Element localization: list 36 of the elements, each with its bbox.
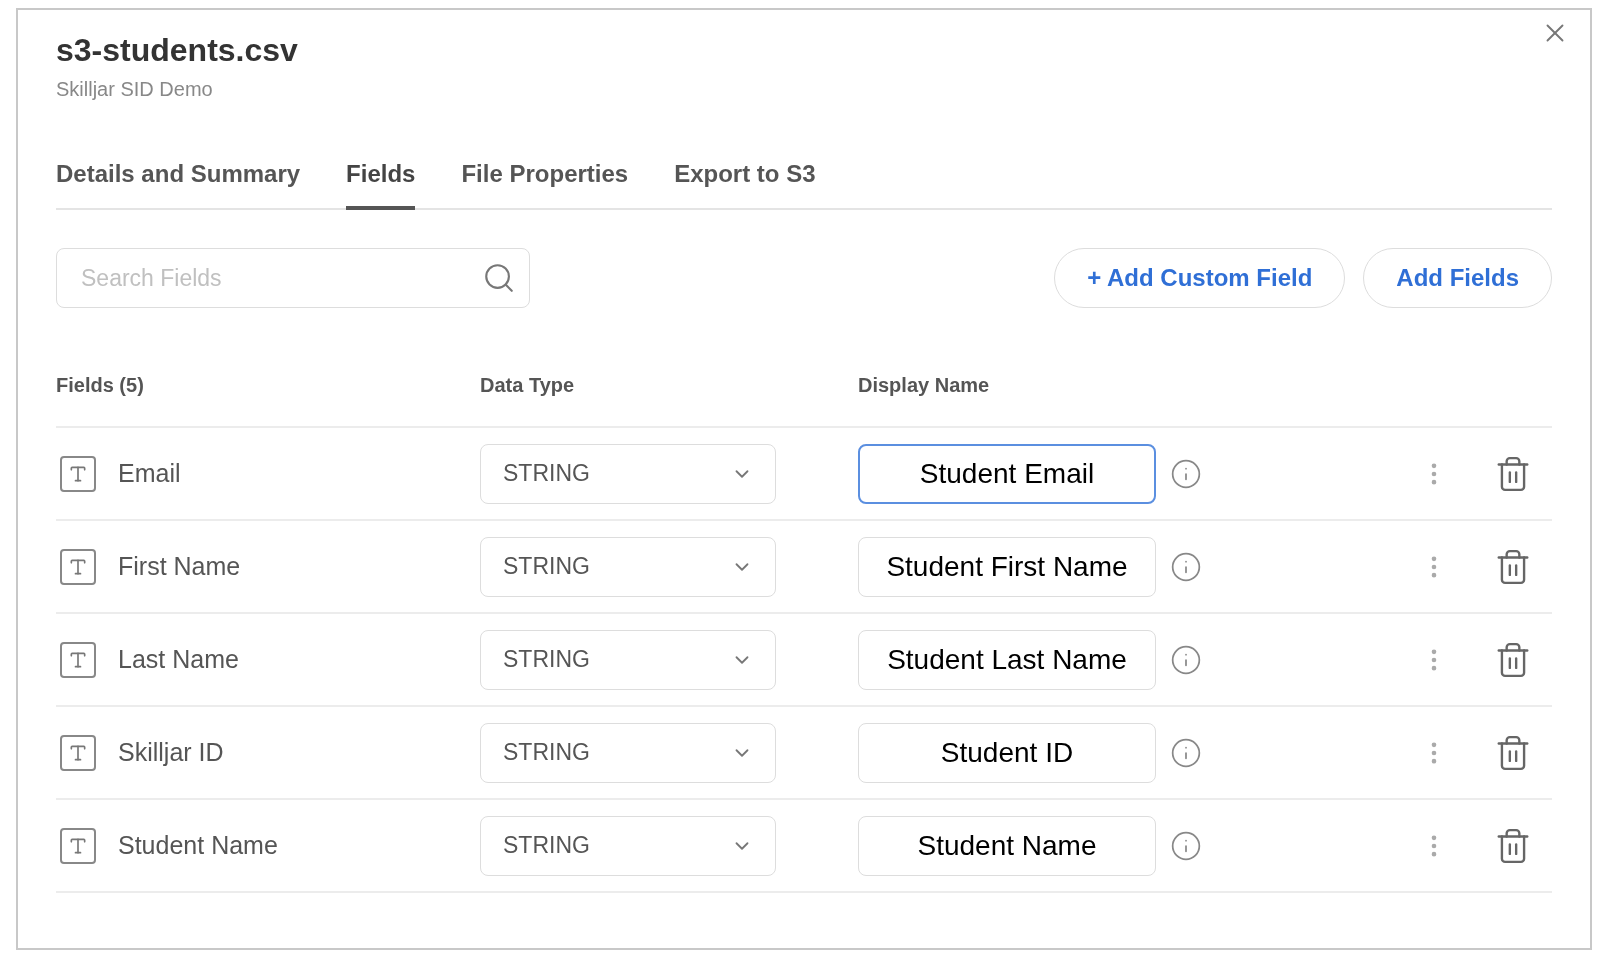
field-name: Skilljar ID: [118, 736, 224, 768]
info-icon[interactable]: [1170, 457, 1202, 490]
display-name-field[interactable]: Student ID: [858, 722, 1156, 783]
info-icon[interactable]: [1170, 550, 1202, 583]
field-name: Email: [118, 457, 181, 489]
display-name-field[interactable]: Student Name: [858, 815, 1156, 876]
info-icon[interactable]: [1170, 643, 1202, 676]
text-type-icon: [60, 827, 96, 864]
tab[interactable]: Export to S3: [674, 156, 816, 210]
data-type-select[interactable]: STRING: [480, 443, 776, 504]
dialog-title: s3-students.csv: [56, 31, 299, 70]
field-name: First Name: [118, 550, 241, 582]
search-field[interactable]: Search Fields: [56, 248, 530, 308]
tab[interactable]: Details and Summary: [56, 156, 301, 210]
column-header: Display Name: [858, 373, 990, 398]
text-type-icon: [60, 734, 96, 771]
text-type-icon: [60, 548, 96, 585]
data-type-select[interactable]: STRING: [480, 722, 776, 783]
data-type-select[interactable]: STRING: [480, 536, 776, 597]
display-name-field[interactable]: Student First Name: [858, 536, 1156, 597]
tab[interactable]: Fields: [346, 156, 416, 210]
info-icon[interactable]: [1170, 736, 1202, 769]
dialog-subtitle: Skilljar SID Demo: [56, 77, 214, 102]
text-type-icon: [60, 455, 96, 492]
text-type-icon: [60, 641, 96, 678]
tab[interactable]: File Properties: [461, 156, 629, 210]
data-type-select[interactable]: STRING: [480, 629, 776, 690]
field-name: Student Name: [118, 829, 278, 861]
display-name-field[interactable]: Student Last Name: [858, 629, 1156, 690]
display-name-field[interactable]: Student Email: [858, 443, 1156, 504]
info-icon[interactable]: [1170, 829, 1202, 862]
field-name: Last Name: [118, 643, 239, 675]
column-header: Data Type: [480, 373, 576, 398]
search-icon: [482, 261, 516, 295]
column-header: Fields (5): [56, 373, 145, 398]
data-type-select[interactable]: STRING: [480, 815, 776, 876]
